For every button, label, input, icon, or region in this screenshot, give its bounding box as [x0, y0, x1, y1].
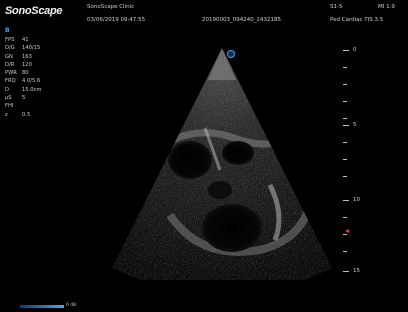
depth-tick — [343, 67, 347, 68]
depth-tick — [343, 234, 347, 235]
probe-orientation-marker — [227, 50, 235, 58]
depth-label: 15 — [353, 268, 360, 274]
depth-label: 5 — [353, 122, 357, 128]
depth-scale: 0 5 10 15 — [343, 40, 363, 280]
gray-map-bar — [20, 305, 64, 308]
depth-tick — [343, 118, 347, 119]
depth-tick — [343, 159, 347, 160]
depth-tick — [343, 271, 349, 272]
focus-marker[interactable] — [345, 229, 349, 233]
depth-tick — [343, 251, 347, 252]
ventricle-chamber — [202, 204, 262, 252]
depth-tick — [343, 142, 347, 143]
depth-tick — [343, 176, 347, 177]
depth-label: 10 — [353, 197, 360, 203]
depth-tick — [343, 84, 347, 85]
depth-tick — [343, 217, 347, 218]
depth-tick — [343, 200, 349, 201]
aortic-chamber — [222, 141, 254, 165]
depth-label: 0 — [353, 47, 357, 53]
depth-tick — [343, 101, 347, 102]
sector-field — [112, 48, 332, 280]
gray-map-label: 0 dB — [66, 303, 77, 308]
left-chamber — [168, 141, 212, 179]
depth-tick — [343, 125, 349, 126]
depth-tick — [343, 50, 349, 51]
